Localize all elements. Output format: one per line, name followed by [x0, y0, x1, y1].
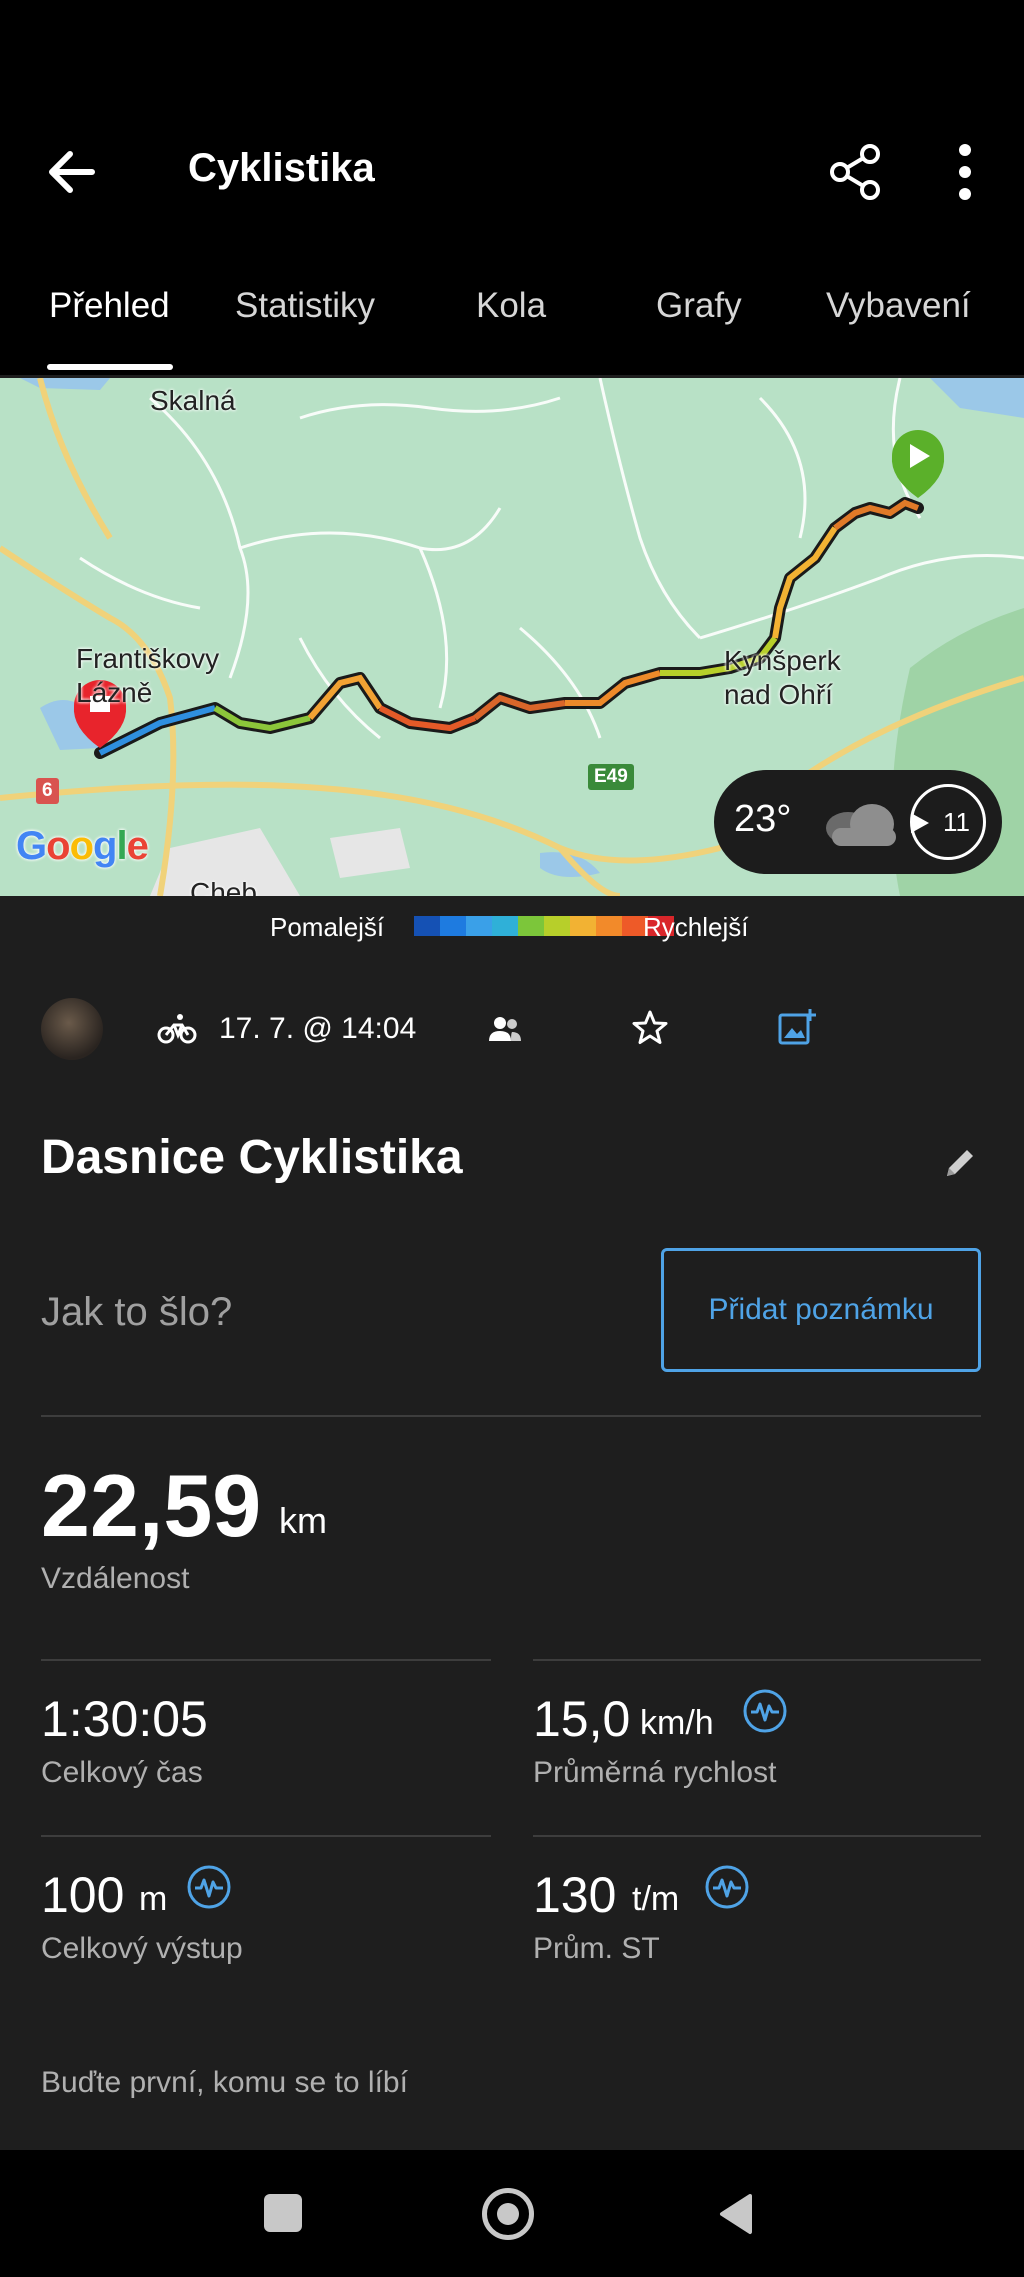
wind-speed: 11	[943, 807, 970, 837]
legend-color-swatch	[440, 916, 466, 936]
total-time-value: 1:30:05	[41, 1691, 208, 1747]
avg-speed-label: Průměrná rychlost	[533, 1756, 777, 1789]
divider	[41, 1659, 491, 1661]
bike-icon	[157, 1014, 197, 1044]
map-place-label: Skalná	[150, 385, 236, 416]
weather-widget[interactable]: 23° 11	[714, 770, 1002, 874]
road-shield: E49	[588, 764, 634, 790]
legend-color-swatch	[466, 916, 492, 936]
weather-temperature: 23°	[734, 798, 792, 840]
legend-color-swatch	[414, 916, 440, 936]
active-tab-indicator	[47, 364, 173, 370]
tab-grafy[interactable]: Grafy	[656, 286, 742, 326]
tab-statistiky[interactable]: Statistiky	[235, 286, 375, 326]
total-ascent-unit: m	[139, 1880, 168, 1918]
legend-slower-label: Pomalejší	[270, 912, 385, 942]
google-logo: Google	[16, 824, 149, 868]
add-photo-icon[interactable]	[777, 1007, 817, 1047]
share-icon[interactable]	[824, 140, 888, 204]
map-place-label: Kynšperk nad Ohří	[724, 645, 841, 710]
likes-text[interactable]: Buďte první, komu se to líbí	[41, 2066, 408, 2100]
system-back-button[interactable]	[718, 2192, 754, 2236]
avatar[interactable]	[41, 998, 103, 1060]
add-note-button[interactable]: Přidat poznámku	[661, 1248, 981, 1372]
route-map[interactable]: Skalná Františkovy Lázně Kynšperk nad Oh…	[0, 378, 1024, 896]
recent-apps-button[interactable]	[264, 2194, 302, 2232]
legend-color-swatch	[596, 916, 622, 936]
tab-bar: Přehled Statistiky Kola Grafy Vybavení	[0, 280, 1024, 375]
divider	[41, 1835, 491, 1837]
avg-cadence-label: Prům. ST	[533, 1932, 660, 1965]
total-ascent-value: 100	[41, 1867, 125, 1923]
avg-cadence-value: 130	[533, 1867, 617, 1923]
distance-label: Vzdálenost	[41, 1562, 190, 1595]
legend-color-swatch	[544, 916, 570, 936]
activity-datetime: 17. 7. @ 14:04	[219, 1012, 417, 1045]
legend-faster-label: Rychlejší	[643, 912, 749, 942]
distance-unit: km	[279, 1500, 327, 1541]
star-icon[interactable]	[631, 1009, 669, 1047]
speed-legend: Pomalejší Rychlejší	[0, 896, 1024, 956]
how-did-it-go-prompt[interactable]: Jak to šlo?	[41, 1290, 232, 1335]
back-arrow-icon[interactable]	[40, 140, 104, 204]
system-nav-bar	[0, 2150, 1024, 2277]
map-place-label: Cheb	[190, 877, 257, 896]
tab-prehled[interactable]: Přehled	[49, 286, 170, 326]
legend-color-swatch	[570, 916, 596, 936]
divider	[41, 1415, 981, 1417]
wind-indicator: 11	[910, 784, 986, 860]
activity-meta-row: 17. 7. @ 14:04	[0, 995, 1024, 1065]
cloud-icon	[826, 804, 896, 846]
tab-kola[interactable]: Kola	[476, 286, 546, 326]
avg-speed-value: 15,0	[533, 1691, 631, 1747]
activity-name: Dasnice Cyklistika	[41, 1131, 463, 1184]
more-options-icon[interactable]	[940, 140, 990, 204]
divider	[533, 1659, 981, 1661]
total-ascent-label: Celkový výstup	[41, 1932, 243, 1965]
tab-vybaveni[interactable]: Vybavení	[826, 286, 971, 326]
road-shield: 6	[36, 778, 59, 804]
avg-speed-unit: km/h	[640, 1704, 714, 1742]
edit-pencil-icon[interactable]	[941, 1144, 979, 1182]
people-icon[interactable]	[488, 1015, 522, 1043]
home-dot-icon	[497, 2203, 519, 2225]
legend-color-bar	[414, 916, 674, 936]
wind-direction-icon	[911, 813, 929, 833]
avg-cadence-unit: t/m	[632, 1880, 680, 1918]
heart-rate-icon[interactable]	[742, 1688, 788, 1734]
page-title: Cyklistika	[188, 146, 375, 190]
legend-color-swatch	[492, 916, 518, 936]
heart-rate-icon[interactable]	[704, 1864, 750, 1910]
distance-value: 22,59	[41, 1456, 262, 1555]
divider	[533, 1835, 981, 1837]
map-place-label: Františkovy Lázně	[76, 643, 220, 708]
total-time-label: Celkový čas	[41, 1756, 203, 1789]
heart-rate-icon[interactable]	[186, 1864, 232, 1910]
home-button[interactable]	[482, 2188, 534, 2240]
app-header: Cyklistika Přehled Statistiky Kola Grafy…	[0, 0, 1024, 375]
legend-color-swatch	[518, 916, 544, 936]
